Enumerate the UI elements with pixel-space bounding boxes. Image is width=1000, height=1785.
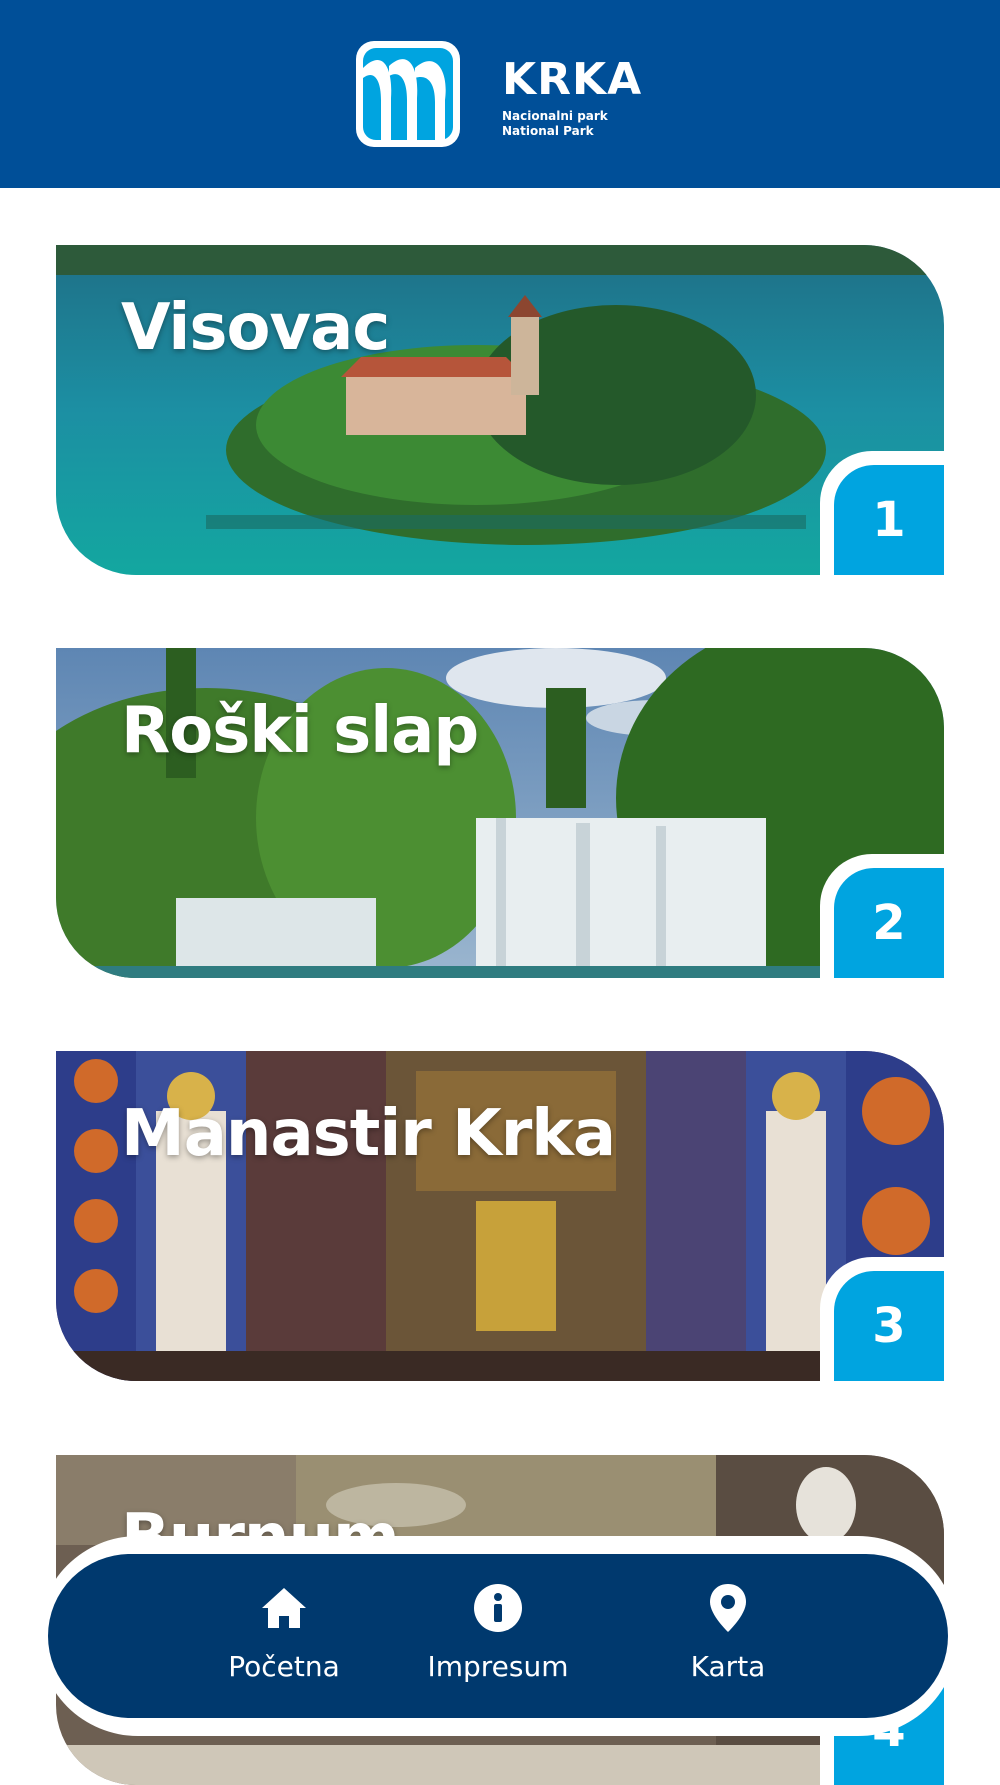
app-header: KRKA Nacionalni park National Park	[0, 0, 1000, 188]
map-pin-icon	[710, 1584, 746, 1632]
location-card-roski-slap[interactable]: Roški slap 2	[56, 648, 944, 978]
logo-subtitle-hr: Nacionalni park	[502, 109, 608, 123]
location-card-manastir-krka[interactable]: Manastir Krka 3	[56, 1051, 944, 1381]
nav-label-karta: Karta	[690, 1650, 766, 1683]
location-card-visovac[interactable]: Visovac 1	[56, 245, 944, 575]
card-number-badge: 1	[820, 451, 944, 575]
card-title: Visovac	[121, 291, 390, 365]
nav-item-home[interactable]: Početna	[184, 1554, 384, 1718]
logo-title: KRKA	[502, 54, 643, 105]
info-icon	[474, 1584, 522, 1632]
card-number: 2	[834, 868, 944, 978]
card-title: Manastir Krka	[121, 1097, 616, 1171]
card-number-badge: 3	[820, 1257, 944, 1381]
home-icon	[262, 1588, 306, 1628]
card-title: Roški slap	[121, 694, 479, 768]
nav-item-karta[interactable]: Karta	[628, 1554, 828, 1718]
logo-text: KRKA Nacionalni park National Park	[502, 58, 642, 139]
bottom-navigation-bar: Početna Impresum Karta	[48, 1554, 948, 1718]
nav-item-impresum[interactable]: Impresum	[398, 1554, 598, 1718]
card-number-badge: 2	[820, 854, 944, 978]
logo-subtitle-en: National Park	[502, 124, 594, 138]
waterfall-logo-icon	[356, 41, 460, 147]
bottom-navigation: Početna Impresum Karta	[38, 1536, 958, 1736]
card-number: 1	[834, 465, 944, 575]
nav-label-home: Početna	[228, 1650, 340, 1683]
nav-label-impresum: Impresum	[427, 1650, 569, 1683]
card-number: 3	[834, 1271, 944, 1381]
